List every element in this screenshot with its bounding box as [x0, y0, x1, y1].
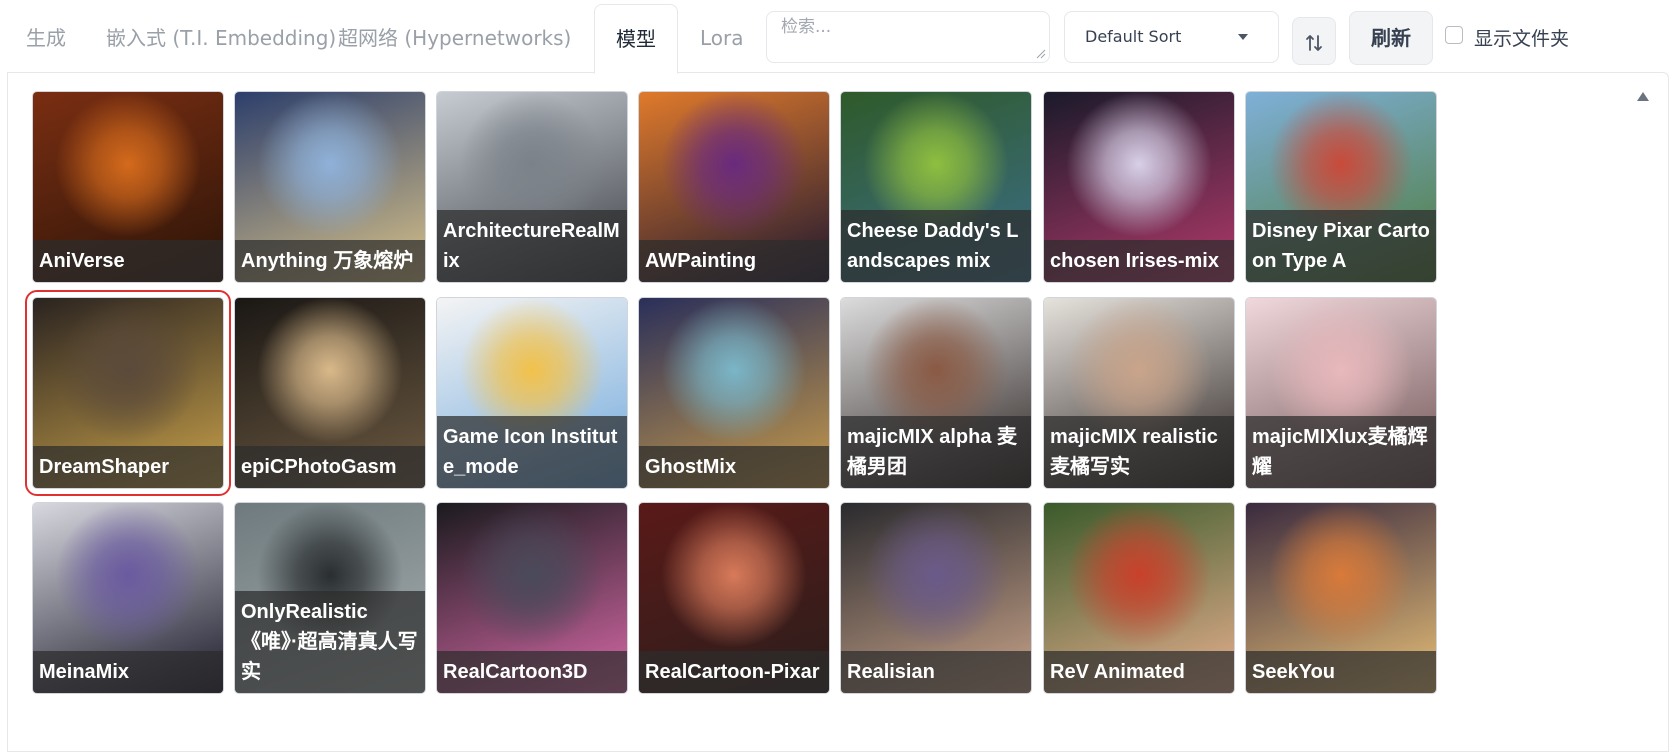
show-folders-checkbox[interactable]	[1445, 26, 1463, 44]
top-bar: 生成 嵌入式 (T.I. Embedding) 超网络 (Hypernetwor…	[0, 0, 1678, 74]
model-card-label: OnlyRealistic 《唯》·超高清真人写实	[235, 591, 425, 693]
model-card[interactable]: majicMIXlux麦橘辉耀	[1245, 297, 1437, 489]
model-card[interactable]: DreamShaper	[25, 290, 231, 496]
model-card-label: AniVerse	[33, 240, 223, 282]
scroll-up-icon[interactable]	[1637, 92, 1649, 101]
model-card[interactable]: Disney Pixar Cartoon Type A	[1245, 91, 1437, 283]
model-card[interactable]: Anything 万象熔炉	[234, 91, 426, 283]
tab-generate[interactable]: 生成	[26, 4, 66, 72]
model-card-label: Game Icon Institute_mode	[437, 416, 627, 488]
model-card[interactable]: RealCartoon-Pixar	[638, 502, 830, 694]
model-card[interactable]: AWPainting	[638, 91, 830, 283]
tab-textual-inversion[interactable]: 嵌入式 (T.I. Embedding)	[106, 4, 336, 72]
sort-select[interactable]: Default Sort	[1064, 11, 1279, 63]
tab-lora[interactable]: Lora	[700, 4, 744, 72]
model-card[interactable]: ReV Animated	[1043, 502, 1235, 694]
model-card-label: epiCPhotoGasm	[235, 446, 425, 488]
model-card[interactable]: OnlyRealistic 《唯》·超高清真人写实	[234, 502, 426, 694]
search-input[interactable]	[766, 11, 1050, 63]
model-card-label: chosen Irises-mix	[1044, 240, 1234, 282]
tab-hypernetworks[interactable]: 超网络 (Hypernetworks)	[338, 4, 571, 72]
sort-select-value: Default Sort	[1085, 27, 1182, 46]
model-card-label: SeekYou	[1246, 651, 1436, 693]
model-card[interactable]: AniVerse	[32, 91, 224, 283]
model-card[interactable]: Cheese Daddy's Landscapes mix	[840, 91, 1032, 283]
model-card-label: DreamShaper	[33, 446, 223, 488]
model-card[interactable]: ArchitectureRealMix	[436, 91, 628, 283]
model-card[interactable]: majicMIX alpha 麦橘男团	[840, 297, 1032, 489]
model-card-label: Realisian	[841, 651, 1031, 693]
model-card[interactable]: GhostMix	[638, 297, 830, 489]
model-card-label: RealCartoon-Pixar	[639, 651, 829, 693]
show-folders-label: 显示文件夹	[1474, 28, 1570, 50]
model-card[interactable]: majicMIX realistic 麦橘写实	[1043, 297, 1235, 489]
model-card-label: Disney Pixar Cartoon Type A	[1246, 210, 1436, 282]
model-card-label: MeinaMix	[33, 651, 223, 693]
model-card-label: majicMIX realistic 麦橘写实	[1044, 416, 1234, 488]
model-card-label: majicMIX alpha 麦橘男团	[841, 416, 1031, 488]
model-card-label: GhostMix	[639, 446, 829, 488]
sort-up-down-icon	[1306, 34, 1322, 51]
model-card[interactable]: RealCartoon3D	[436, 502, 628, 694]
chevron-down-icon	[1238, 34, 1248, 40]
model-card[interactable]: Realisian	[840, 502, 1032, 694]
model-card[interactable]: chosen Irises-mix	[1043, 91, 1235, 283]
model-card-label: Anything 万象熔炉	[235, 240, 425, 282]
model-card-label: ReV Animated	[1044, 651, 1234, 693]
model-card[interactable]: SeekYou	[1245, 502, 1437, 694]
model-card[interactable]: Game Icon Institute_mode	[436, 297, 628, 489]
model-card-label: Cheese Daddy's Landscapes mix	[841, 210, 1031, 282]
model-card[interactable]: epiCPhotoGasm	[234, 297, 426, 489]
tab-checkpoints[interactable]: 模型	[594, 4, 678, 74]
model-card-label: ArchitectureRealMix	[437, 210, 627, 282]
model-card-label: RealCartoon3D	[437, 651, 627, 693]
model-card-label: majicMIXlux麦橘辉耀	[1246, 416, 1436, 488]
refresh-button[interactable]: 刷新	[1349, 11, 1433, 65]
model-card-label: AWPainting	[639, 240, 829, 282]
model-card[interactable]: MeinaMix	[32, 502, 224, 694]
sort-direction-button[interactable]	[1292, 17, 1336, 65]
